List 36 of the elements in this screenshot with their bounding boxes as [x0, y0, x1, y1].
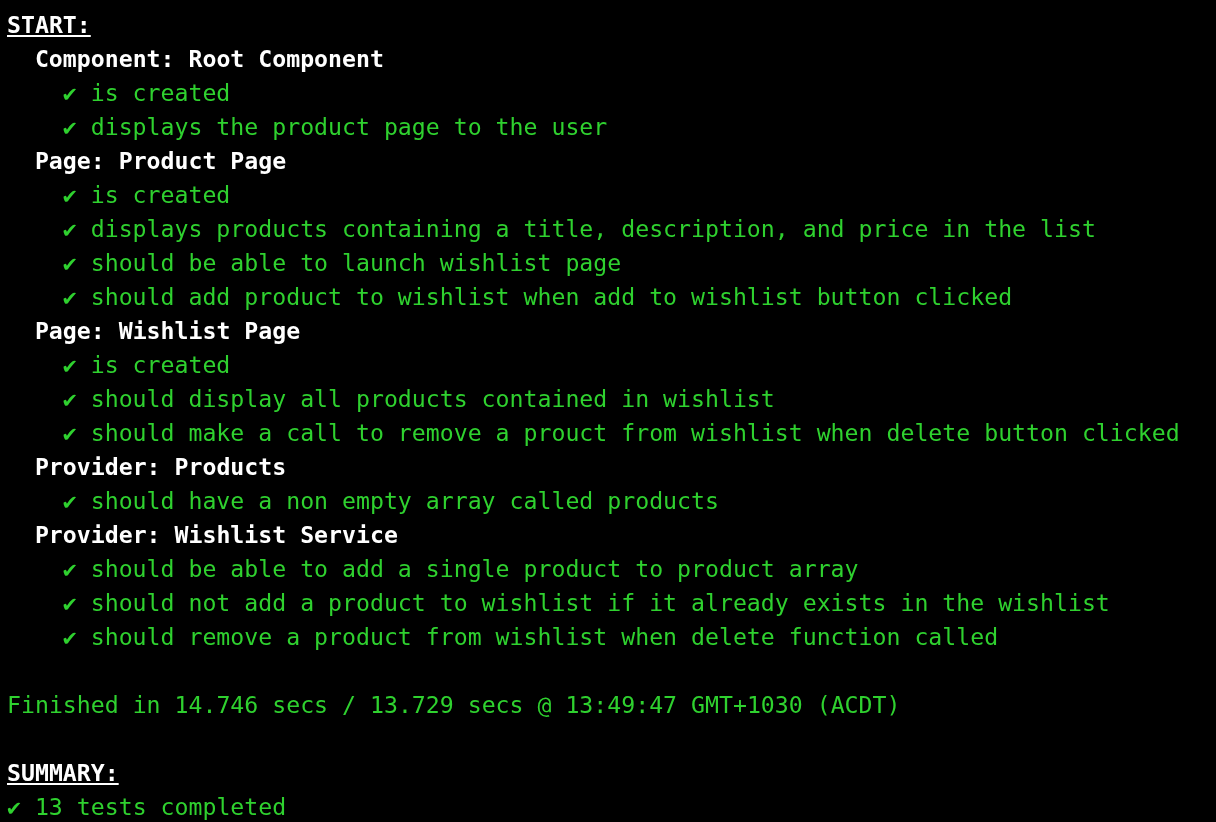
finished-line: Finished in 14.746 secs / 13.729 secs @ 13:49:47 GMT+1030 (ACDT)	[7, 690, 901, 720]
spec-text: should have a non empty array called products	[90, 486, 719, 516]
spec-text: should display all products contained in wishlist	[90, 384, 775, 414]
suite-title: Page: Product Page	[34, 146, 287, 176]
suite-title: Component: Root Component	[34, 44, 384, 74]
spec-text: should make a call to remove a prouct from wishlist when delete button clicked	[90, 418, 1180, 448]
spec-text: should remove a product from wishlist when delete function called	[90, 622, 999, 652]
suite-title: Provider: Products	[34, 452, 287, 482]
check-mark: ✔	[62, 418, 78, 448]
check-mark: ✔	[62, 214, 78, 244]
spec-text: should not add a product to wishlist if it already exists in the wishlist	[90, 588, 1110, 618]
spec-text: displays products containing a title, description, and price in the list	[90, 214, 1096, 244]
check-mark: ✔	[62, 248, 78, 278]
check-mark: ✔	[62, 350, 78, 380]
suite-title: Page: Wishlist Page	[34, 316, 301, 346]
section-heading: SUMMARY:	[7, 758, 119, 788]
check-mark: ✔	[62, 384, 78, 414]
suite-title: Provider: Wishlist Service	[34, 520, 398, 550]
check-mark: ✔	[62, 112, 78, 142]
check-mark: ✔	[62, 588, 78, 618]
spec-text: is created	[90, 180, 231, 210]
check-mark: ✔	[62, 282, 78, 312]
spec-text: should be able to launch wishlist page	[90, 248, 622, 278]
spec-text: displays the product page to the user	[90, 112, 608, 142]
check-mark: ✔	[62, 486, 78, 516]
section-heading: START:	[7, 10, 91, 40]
check-mark: ✔	[62, 622, 78, 652]
spec-text: is created	[90, 78, 231, 108]
check-mark: ✔	[7, 792, 22, 822]
spec-text: is created	[90, 350, 231, 380]
check-mark: ✔	[62, 554, 78, 584]
spec-text: should add product to wishlist when add to wishlist button clicked	[90, 282, 1013, 312]
spec-text: 13 tests completed	[34, 792, 287, 822]
check-mark: ✔	[62, 78, 78, 108]
spec-text: should be able to add a single product to product array	[90, 554, 859, 584]
check-mark: ✔	[62, 180, 78, 210]
